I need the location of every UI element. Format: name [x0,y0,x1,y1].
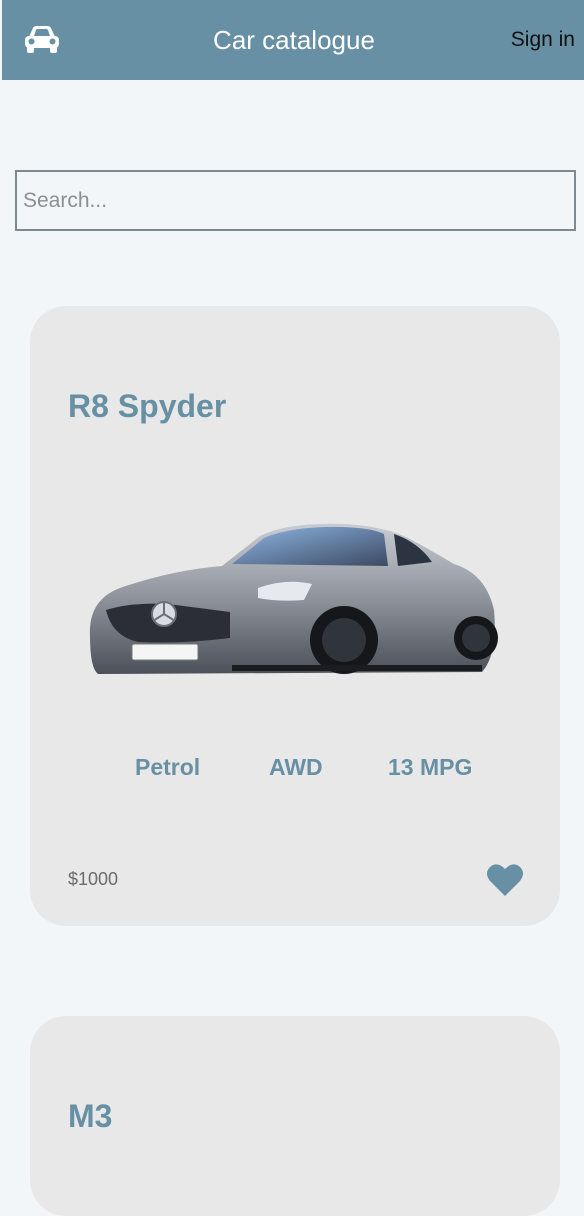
page-title: Car catalogue [213,25,375,55]
car-card[interactable]: M3 [30,1016,560,1216]
car-specs: Petrol AWD 13 MPG [30,752,560,782]
car-price: $1000 [68,869,119,889]
fuel-economy: 13 MPG [388,754,473,780]
app-header: Car catalogue Sign in [2,0,584,80]
car-card[interactable]: R8 Spyder Petrol AWD 13 MPG $1000 [30,306,560,926]
drive-type: AWD [269,754,323,780]
search-input[interactable] [15,170,576,231]
sign-in-link[interactable]: Sign in [511,26,575,54]
car-name: M3 [68,1098,113,1134]
car-image [89,523,498,674]
heart-icon[interactable] [486,862,524,898]
car-name: R8 Spyder [68,388,227,424]
fuel-type: Petrol [135,754,201,780]
